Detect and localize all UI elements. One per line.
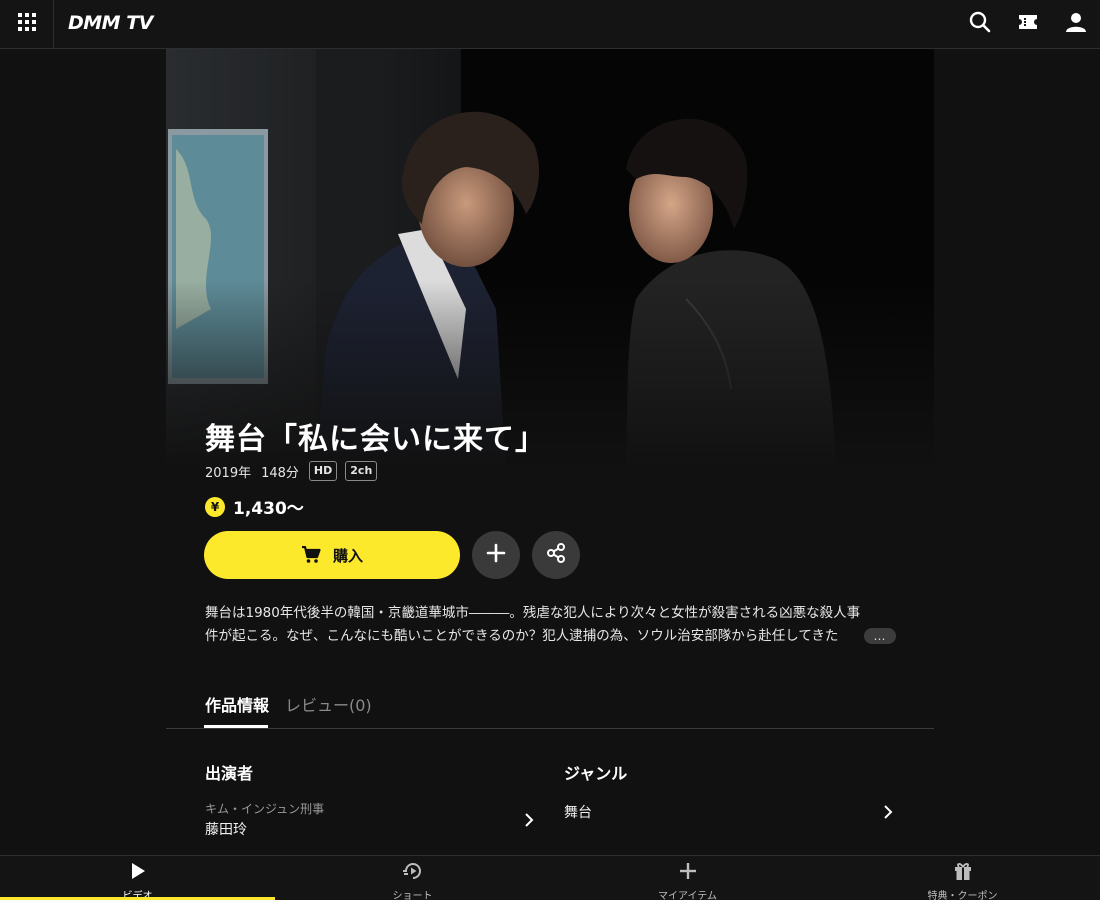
dmm-tv-logo[interactable]: DMM TV <box>68 12 153 34</box>
audio-badge: 2ch <box>345 461 378 481</box>
genre-chevron-right-icon[interactable] <box>880 804 896 820</box>
nav-perks-coupons-label: 特典・クーポン <box>927 891 998 900</box>
detail-tabs: 作品情報 レビュー(0) <box>166 680 934 729</box>
cast-heading: 出演者 <box>205 764 254 783</box>
ticket-button[interactable] <box>1016 12 1040 36</box>
share-icon <box>546 543 566 567</box>
short-play-icon <box>402 861 424 885</box>
nav-short-label: ショート <box>392 891 433 900</box>
plus-icon <box>486 543 506 567</box>
yen-coin-icon: ¥ <box>205 496 225 517</box>
nav-short[interactable]: ショート <box>275 856 550 900</box>
cast-chevron-right-icon[interactable] <box>521 812 537 828</box>
cast-name[interactable]: 藤田玲 <box>205 819 247 839</box>
cast-role: キム・インジュン刑事 <box>205 802 325 816</box>
expand-synopsis-button[interactable]: … <box>864 628 896 644</box>
cart-icon <box>301 546 321 564</box>
tab-reviews[interactable]: レビュー(0) <box>285 692 372 716</box>
search-icon <box>969 11 991 37</box>
plus-icon <box>678 861 698 885</box>
share-button[interactable] <box>532 531 580 579</box>
nav-my-items[interactable]: マイアイテム <box>550 856 825 900</box>
synopsis-line-2: 件が起こる。なぜ、こんなにも酷いことができるのか？犯人逮捕の為、ソウル治安部隊か… <box>205 628 839 644</box>
search-button[interactable] <box>968 11 992 37</box>
duration: 148分 <box>261 465 299 481</box>
account-button[interactable] <box>1064 12 1088 36</box>
synopsis-line-1: 舞台は1980年代後半の韓国・京畿道華城市―――。残虐な犯人により次々と女性が殺… <box>205 605 861 621</box>
bottom-navigation: ビデオ ショート マイアイテム 特典・クーポン <box>0 855 1100 900</box>
gift-icon <box>953 861 973 885</box>
hero-key-visual <box>166 49 934 469</box>
release-year: 2019年 <box>205 465 252 481</box>
play-icon <box>129 861 147 885</box>
synopsis: 舞台は1980年代後半の韓国・京畿道華城市―――。残虐な犯人により次々と女性が殺… <box>205 602 895 648</box>
nav-video[interactable]: ビデオ <box>0 856 275 900</box>
buy-button[interactable]: 購入 <box>204 531 460 579</box>
top-header: DMM TV <box>0 0 1100 49</box>
page-title: 舞台「私に会いに来て」 <box>205 422 546 457</box>
user-icon <box>1065 11 1087 37</box>
add-to-list-button[interactable] <box>472 531 520 579</box>
genre-heading: ジャンル <box>564 764 628 783</box>
hd-badge: HD <box>308 461 338 481</box>
price-amount: 1,430〜 <box>233 499 304 519</box>
nav-my-items-label: マイアイテム <box>658 891 717 900</box>
tab-work-info[interactable]: 作品情報 <box>205 692 269 716</box>
active-tab-indicator <box>204 725 268 728</box>
meta-row: 2019年 148分 HD 2ch <box>205 460 385 482</box>
price-row: ¥ 1,430〜 <box>205 494 304 519</box>
buy-button-label: 購入 <box>332 546 363 565</box>
genre-item[interactable]: 舞台 <box>564 802 592 822</box>
apps-grid-button[interactable] <box>0 0 54 48</box>
apps-grid-icon <box>17 12 37 36</box>
ticket-icon <box>1017 12 1039 36</box>
nav-perks-coupons[interactable]: 特典・クーポン <box>825 856 1100 900</box>
